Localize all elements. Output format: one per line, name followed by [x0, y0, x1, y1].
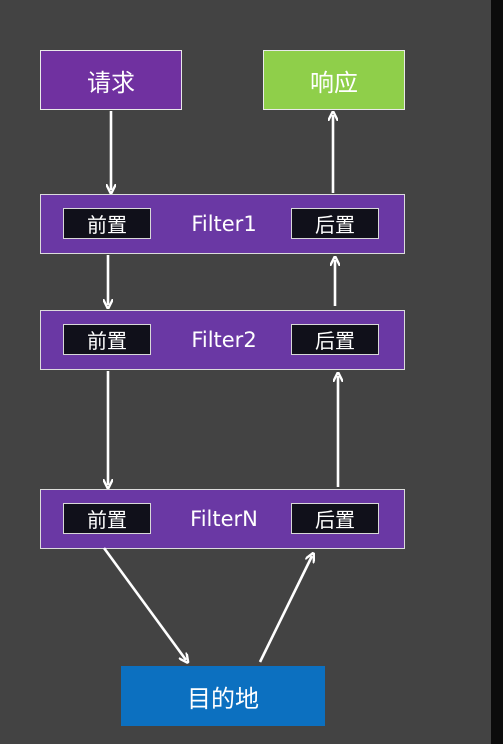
- response-node: 响应: [263, 50, 405, 110]
- arrow-destination-to-filtern: [258, 556, 312, 663]
- filter-1-post-label: 后置: [315, 213, 355, 237]
- destination-label: 目的地: [187, 684, 259, 713]
- filter-n-post-label: 后置: [315, 508, 355, 532]
- filter-2-name: Filter2: [191, 328, 257, 352]
- filter-1-post-tag: 后置: [291, 208, 379, 239]
- filter-1-pre-tag: 前置: [63, 208, 151, 239]
- request-label: 请求: [87, 68, 135, 97]
- flow-arrows: [102, 111, 503, 744]
- filter-2-pre-tag: 前置: [63, 324, 151, 355]
- arrow-filtern-to-destination: [102, 547, 186, 660]
- filter-2-pre-label: 前置: [87, 329, 127, 353]
- filter-2-post-label: 后置: [315, 329, 355, 353]
- filter-n-post-tag: 后置: [291, 503, 379, 534]
- window-edge: [491, 0, 503, 744]
- filter-1-name: Filter1: [191, 212, 257, 236]
- filter-n-pre-label: 前置: [87, 508, 127, 532]
- filter-2-box: 前置 Filter2 后置: [40, 310, 405, 370]
- filter-n-pre-tag: 前置: [63, 503, 151, 534]
- response-label: 响应: [310, 68, 358, 97]
- filter-n-box: 前置 FilterN 后置: [40, 489, 405, 549]
- diagram-canvas: 请求 响应 前置 Filter1 后置 前置 Filter2 后置 前置 Fil…: [0, 0, 503, 744]
- filter-1-pre-label: 前置: [87, 213, 127, 237]
- request-node: 请求: [40, 50, 182, 110]
- filter-n-name: FilterN: [190, 507, 258, 531]
- filter-2-post-tag: 后置: [291, 324, 379, 355]
- filter-1-box: 前置 Filter1 后置: [40, 194, 405, 254]
- destination-node: 目的地: [121, 666, 325, 726]
